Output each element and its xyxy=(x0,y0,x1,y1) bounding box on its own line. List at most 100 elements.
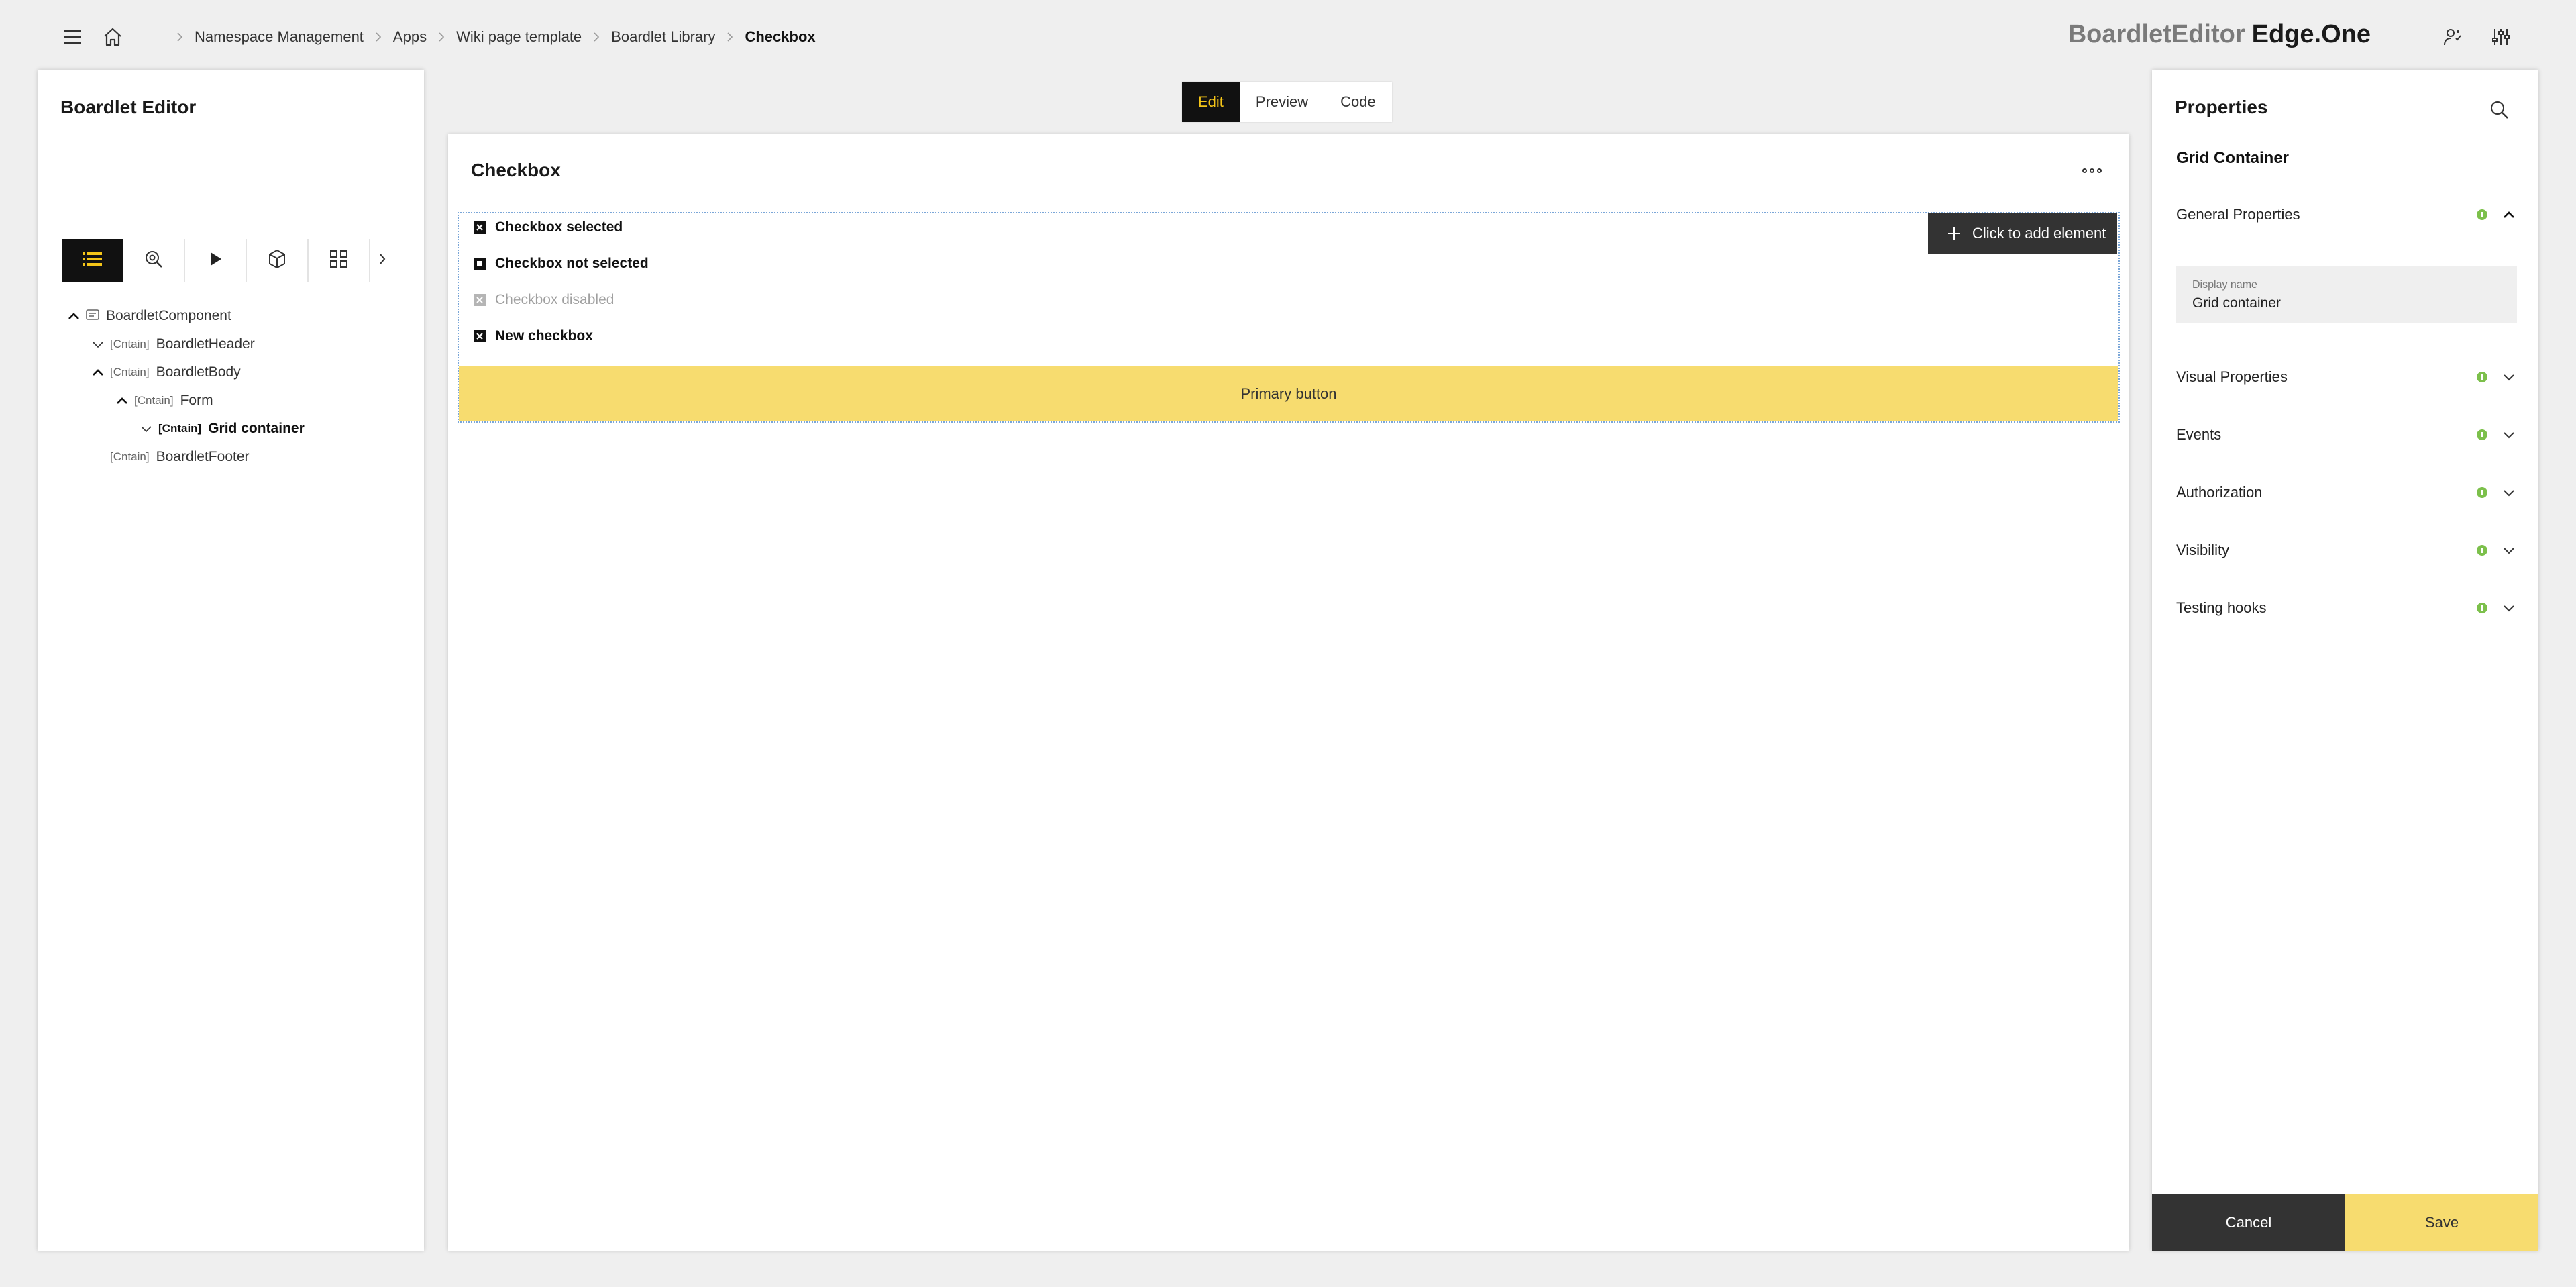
checkbox-not-selected[interactable]: Checkbox not selected xyxy=(474,252,649,275)
search-icon[interactable] xyxy=(2485,95,2514,125)
container-tag: [Cntain] xyxy=(134,394,174,407)
properties-title: Properties xyxy=(2175,97,2268,117)
brand-suffix: Edge.One xyxy=(2251,20,2371,48)
checkbox-disabled-icon xyxy=(474,294,486,306)
panel-title: Boardlet Editor xyxy=(60,97,197,117)
section-label: Visual Properties xyxy=(2176,368,2288,385)
tab-code[interactable]: Code xyxy=(1324,82,1392,122)
info-icon[interactable] xyxy=(2477,209,2487,220)
tool-inspect[interactable] xyxy=(123,239,185,282)
container-tag: [Cntain] xyxy=(158,422,202,435)
home-icon[interactable] xyxy=(98,22,127,52)
tree-node-label: BoardletHeader xyxy=(156,336,255,352)
primary-button[interactable]: Primary button xyxy=(459,366,2118,421)
chevron-down-icon[interactable] xyxy=(2501,600,2517,616)
chevron-down-icon[interactable] xyxy=(2501,542,2517,558)
tree-node-boardlet-component[interactable]: BoardletComponent xyxy=(62,302,411,330)
sliders-icon[interactable] xyxy=(2486,22,2516,52)
tree-node-boardlet-header[interactable]: [Cntain] BoardletHeader xyxy=(62,330,411,358)
breadcrumb-item-apps[interactable]: Apps xyxy=(393,28,427,46)
info-icon[interactable] xyxy=(2477,429,2487,440)
display-name-field[interactable]: Display name Grid container xyxy=(2176,266,2517,323)
tree-node-label: Grid container xyxy=(208,421,305,436)
container-tag: [Cntain] xyxy=(110,366,150,378)
display-name-value[interactable]: Grid container xyxy=(2192,295,2501,311)
plus-icon xyxy=(1947,226,1962,241)
section-visual-properties[interactable]: Visual Properties xyxy=(2176,360,2517,395)
info-icon[interactable] xyxy=(2477,372,2487,382)
checkbox-checked-icon xyxy=(474,221,486,234)
more-options-icon[interactable] xyxy=(2078,162,2105,178)
component-tree: BoardletComponent [Cntain] BoardletHeade… xyxy=(62,302,411,471)
selected-element-title: Grid Container xyxy=(2176,149,2290,167)
tool-components[interactable] xyxy=(247,239,309,282)
tree-node-grid-container[interactable]: [Cntain] Grid container xyxy=(62,415,411,443)
tool-run[interactable] xyxy=(185,239,247,282)
toolbar-scroll-right[interactable] xyxy=(370,239,394,282)
container-tag: [Cntain] xyxy=(110,338,150,350)
checkbox-label: New checkbox xyxy=(495,328,593,344)
display-name-label: Display name xyxy=(2192,279,2257,291)
chevron-up-icon[interactable] xyxy=(2501,207,2517,223)
section-label: Testing hooks xyxy=(2176,599,2267,616)
tool-layout[interactable] xyxy=(309,239,370,282)
section-label: Visibility xyxy=(2176,542,2230,558)
grid-icon xyxy=(329,250,348,272)
cube-icon xyxy=(268,249,286,272)
chevron-right-icon xyxy=(378,252,386,269)
chevron-right-icon xyxy=(582,32,611,42)
chevron-up-icon[interactable] xyxy=(62,302,86,330)
view-mode-tabs: Edit Preview Code xyxy=(1182,82,1392,122)
section-authorization[interactable]: Authorization xyxy=(2176,475,2517,510)
breadcrumb-item-namespace-management[interactable]: Namespace Management xyxy=(195,28,364,46)
breadcrumb: Namespace Management Apps Wiki page temp… xyxy=(165,25,816,48)
tool-structure[interactable] xyxy=(62,239,123,282)
section-visibility[interactable]: Visibility xyxy=(2176,533,2517,568)
checkbox-icon xyxy=(474,258,486,270)
grid-container[interactable]: Checkbox selected Checkbox not selected … xyxy=(458,212,2120,423)
tab-preview[interactable]: Preview xyxy=(1239,82,1325,122)
info-icon[interactable] xyxy=(2477,487,2487,498)
info-icon[interactable] xyxy=(2477,603,2487,613)
chevron-down-icon[interactable] xyxy=(134,415,158,443)
chevron-up-icon[interactable] xyxy=(86,358,110,387)
chevron-down-icon[interactable] xyxy=(2501,369,2517,385)
tree-node-boardlet-body[interactable]: [Cntain] BoardletBody xyxy=(62,358,411,387)
canvas-title: Checkbox xyxy=(471,160,561,181)
section-events[interactable]: Events xyxy=(2176,417,2517,452)
tree-node-form[interactable]: [Cntain] Form xyxy=(62,387,411,415)
properties-panel: Properties Grid Container General Proper… xyxy=(2152,70,2538,1251)
checkbox-selected[interactable]: Checkbox selected xyxy=(474,216,623,239)
section-general-properties[interactable]: General Properties xyxy=(2176,197,2517,232)
boardlet-editor-panel: Boardlet Editor BoardletComponent [Cntai… xyxy=(38,70,424,1251)
list-icon xyxy=(83,251,103,270)
breadcrumb-item-boardlet-library[interactable]: Boardlet Library xyxy=(611,28,715,46)
inspect-icon xyxy=(144,249,164,272)
checkbox-checked-icon xyxy=(474,330,486,342)
chevron-down-icon[interactable] xyxy=(2501,484,2517,501)
play-icon xyxy=(207,250,223,271)
checkbox-new[interactable]: New checkbox xyxy=(474,325,593,348)
chevron-down-icon[interactable] xyxy=(86,330,110,358)
chevron-down-icon[interactable] xyxy=(2501,427,2517,443)
chevron-up-icon[interactable] xyxy=(110,387,134,415)
info-icon[interactable] xyxy=(2477,545,2487,556)
editor-toolbar xyxy=(62,239,394,282)
user-settings-icon[interactable] xyxy=(2438,22,2467,52)
section-label: Events xyxy=(2176,426,2222,443)
breadcrumb-current: Checkbox xyxy=(745,28,816,45)
tree-node-boardlet-footer[interactable]: [Cntain] BoardletFooter xyxy=(62,443,411,471)
breadcrumb-item-wiki-page-template[interactable]: Wiki page template xyxy=(456,28,582,46)
save-button[interactable]: Save xyxy=(2345,1194,2538,1251)
menu-icon[interactable] xyxy=(58,22,87,52)
checkbox-label: Checkbox not selected xyxy=(495,256,649,271)
add-element-button[interactable]: Click to add element xyxy=(1928,213,2117,254)
add-element-label: Click to add element xyxy=(1972,225,2106,242)
cancel-button[interactable]: Cancel xyxy=(2152,1194,2345,1251)
brand-logo: BoardletEditor Edge.One xyxy=(2068,20,2371,49)
section-testing-hooks[interactable]: Testing hooks xyxy=(2176,590,2517,625)
brand-name: BoardletEditor xyxy=(2068,20,2245,48)
chevron-right-icon xyxy=(715,32,745,42)
component-icon xyxy=(86,309,99,323)
tab-edit[interactable]: Edit xyxy=(1182,82,1240,122)
